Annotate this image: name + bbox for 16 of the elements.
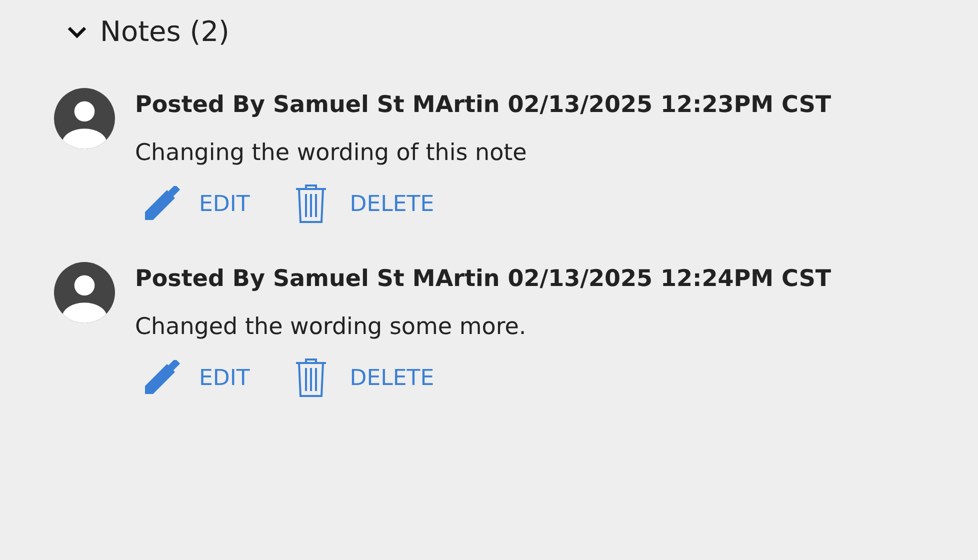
trash-icon xyxy=(294,184,328,224)
note-author-line: Posted By Samuel St MArtin 02/13/2025 12:24PM CST xyxy=(135,265,832,294)
avatar-icon xyxy=(54,262,115,323)
note-author-line: Posted By Samuel St MArtin 02/13/2025 12:23PM CST xyxy=(135,91,832,120)
section-toggle[interactable]: Notes (2) xyxy=(66,14,230,50)
edit-button[interactable]: EDIT xyxy=(143,186,250,222)
edit-button[interactable]: EDIT xyxy=(143,360,250,396)
avatar-icon xyxy=(54,88,115,149)
note-text: Changed the wording some more. xyxy=(135,313,528,342)
pencil-icon xyxy=(143,186,181,222)
delete-button[interactable]: DELETE xyxy=(294,184,434,224)
chevron-icon xyxy=(66,25,88,39)
pencil-icon xyxy=(143,360,181,396)
note-text: Changing the wording of this note xyxy=(135,139,528,168)
delete-button[interactable]: DELETE xyxy=(294,358,434,398)
trash-icon xyxy=(294,358,328,398)
